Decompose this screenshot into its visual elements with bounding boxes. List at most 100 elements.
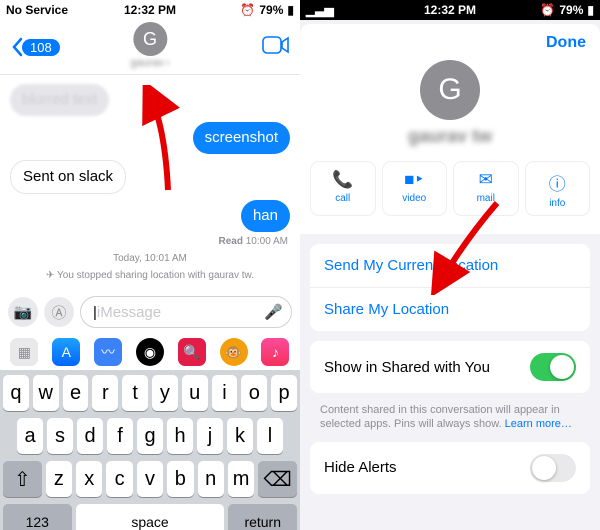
shared-toggle[interactable] xyxy=(530,353,576,381)
message-in[interactable]: blurred text xyxy=(10,84,109,116)
key-k[interactable]: k xyxy=(227,418,253,454)
info-icon: ⓘ xyxy=(549,170,566,195)
placeholder: iMessage xyxy=(97,304,161,321)
app-audio[interactable]: 〰 xyxy=(94,338,122,366)
key-j[interactable]: j xyxy=(197,418,223,454)
phone-icon: 📞 xyxy=(332,170,353,190)
send-location-button[interactable]: Send My Current Location xyxy=(310,244,590,287)
location-section: Send My Current Location Share My Locati… xyxy=(310,244,590,331)
key-b[interactable]: b xyxy=(167,461,193,497)
key-a[interactable]: a xyxy=(17,418,43,454)
key-h[interactable]: h xyxy=(167,418,193,454)
carrier: No Service xyxy=(6,3,68,17)
key-d[interactable]: d xyxy=(77,418,103,454)
mail-button[interactable]: ✉mail xyxy=(453,161,519,216)
nav-bar: 108 G gaurav› xyxy=(0,20,300,75)
status-time: 12:32 PM xyxy=(124,3,176,17)
info-button[interactable]: ⓘinfo xyxy=(525,161,591,216)
app-store[interactable]: A xyxy=(52,338,80,366)
backspace-icon: ⌫ xyxy=(264,467,292,492)
app-emoji[interactable]: 🐵 xyxy=(220,338,248,366)
call-button[interactable]: 📞call xyxy=(310,161,376,216)
system-message: ✈ You stopped sharing location with gaur… xyxy=(10,270,290,281)
appstore-icon: Ⓐ xyxy=(51,302,66,323)
return-key[interactable]: return xyxy=(228,504,297,530)
key-t[interactable]: t xyxy=(122,375,148,411)
shift-key[interactable]: ⇧ xyxy=(3,461,42,497)
message-input[interactable]: |iMessage 🎤 xyxy=(80,296,292,328)
contact-header[interactable]: G gaurav› xyxy=(130,22,169,69)
key-y[interactable]: y xyxy=(152,375,178,411)
alarm-icon: ⏰ xyxy=(240,3,255,17)
status-bar: No Service 12:32 PM ⏰ 79% ▮ xyxy=(0,0,300,20)
video-icon xyxy=(262,36,290,54)
key-m[interactable]: m xyxy=(228,461,254,497)
done-button[interactable]: Done xyxy=(546,34,586,52)
learn-more-link[interactable]: Learn more… xyxy=(505,418,572,430)
key-l[interactable]: l xyxy=(257,418,283,454)
facetime-button[interactable] xyxy=(262,36,290,59)
read-receipt: Read 10:00 AM xyxy=(219,236,289,247)
app-photos[interactable]: ▦ xyxy=(10,338,38,366)
camera-icon: 📷 xyxy=(14,303,33,321)
shared-hint: Content shared in this conversation will… xyxy=(300,403,600,442)
key-z[interactable]: z xyxy=(46,461,72,497)
hide-alerts-toggle[interactable] xyxy=(530,454,576,482)
mic-icon[interactable]: 🎤 xyxy=(264,303,283,321)
key-w[interactable]: w xyxy=(33,375,59,411)
chevron-right-icon: › xyxy=(166,57,170,69)
contact-avatar[interactable]: G xyxy=(420,60,480,120)
shift-icon: ⇧ xyxy=(14,467,31,492)
numbers-key[interactable]: 123 xyxy=(3,504,72,530)
app-search[interactable]: 🔍 xyxy=(178,338,206,366)
alarm-icon: ⏰ xyxy=(540,3,555,17)
action-buttons: 📞call ■‣video ✉mail ⓘinfo xyxy=(300,147,600,226)
battery-icon: ▮ xyxy=(587,3,594,17)
share-location-button[interactable]: Share My Location xyxy=(310,287,590,331)
key-o[interactable]: o xyxy=(241,375,267,411)
camera-button[interactable]: 📷 xyxy=(8,297,38,327)
key-s[interactable]: s xyxy=(47,418,73,454)
app-circle[interactable]: ◉ xyxy=(136,338,164,366)
key-x[interactable]: x xyxy=(76,461,102,497)
message-out[interactable]: screenshot xyxy=(193,122,290,154)
chat-area[interactable]: blurred text screenshot Sent on slack ha… xyxy=(0,75,300,290)
battery-pct: 79% xyxy=(259,3,283,17)
app-strip: ▦ A 〰 ◉ 🔍 🐵 ♪ xyxy=(0,334,300,370)
app-music[interactable]: ♪ xyxy=(261,338,289,366)
video-button[interactable]: ■‣video xyxy=(382,161,448,216)
key-v[interactable]: v xyxy=(137,461,163,497)
status-bar: ▁▃▅ 12:32 PM ⏰ 79% ▮ xyxy=(300,0,600,20)
appstore-button[interactable]: Ⓐ xyxy=(44,297,74,327)
message-in[interactable]: Sent on slack xyxy=(10,160,126,194)
key-c[interactable]: c xyxy=(106,461,132,497)
mail-icon: ✉ xyxy=(479,170,493,190)
contact-name: gaurav tw xyxy=(300,126,600,147)
key-u[interactable]: u xyxy=(182,375,208,411)
shared-section: Show in Shared with You xyxy=(310,341,590,393)
battery-icon: ▮ xyxy=(287,3,294,17)
key-n[interactable]: n xyxy=(198,461,224,497)
key-e[interactable]: e xyxy=(63,375,89,411)
hide-alerts-label: Hide Alerts xyxy=(324,459,397,476)
alerts-section: Hide Alerts xyxy=(310,442,590,494)
backspace-key[interactable]: ⌫ xyxy=(258,461,297,497)
status-time: 12:32 PM xyxy=(424,3,476,17)
unread-count: 108 xyxy=(22,39,60,56)
key-q[interactable]: q xyxy=(3,375,29,411)
space-key[interactable]: space xyxy=(76,504,225,530)
video-icon: ■‣ xyxy=(404,170,424,190)
shared-label: Show in Shared with You xyxy=(324,359,490,376)
detail-sheet: Done G gaurav tw 📞call ■‣video ✉mail ⓘin… xyxy=(300,24,600,530)
key-r[interactable]: r xyxy=(92,375,118,411)
key-f[interactable]: f xyxy=(107,418,133,454)
key-p[interactable]: p xyxy=(271,375,297,411)
key-g[interactable]: g xyxy=(137,418,163,454)
back-button[interactable]: 108 xyxy=(10,37,60,57)
signal-icon: ▁▃▅ xyxy=(306,3,334,17)
message-out[interactable]: han xyxy=(241,200,290,232)
key-i[interactable]: i xyxy=(212,375,238,411)
input-bar: 📷 Ⓐ |iMessage 🎤 xyxy=(0,290,300,334)
keyboard: qwertyuiop asdfghjkl ⇧ zxcvbnm ⌫ 123 spa… xyxy=(0,370,300,530)
contact-name: gaurav xyxy=(130,57,164,69)
